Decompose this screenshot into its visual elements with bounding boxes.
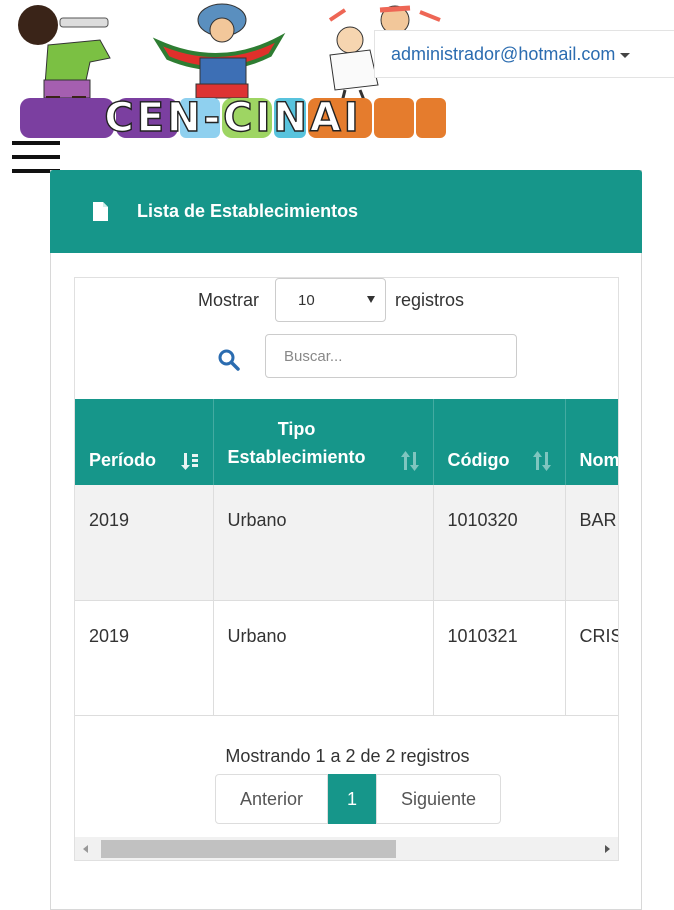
document-icon — [93, 202, 108, 221]
scroll-right-arrow-icon[interactable] — [605, 845, 610, 853]
column-label-nombre: Nom — [579, 450, 619, 470]
previous-page-button[interactable]: Anterior — [215, 774, 328, 824]
horizontal-scrollbar[interactable] — [75, 837, 618, 860]
column-header-codigo[interactable]: Código — [433, 399, 566, 485]
cell-tipo: Urbano — [213, 600, 434, 716]
cen-cinai-wordmark: CEN-CINAI — [20, 94, 446, 142]
column-label-tipo-line2: Establecimiento — [227, 447, 366, 467]
user-menu-dropdown[interactable]: administrador@hotmail.com — [374, 30, 674, 78]
cell-codigo: 1010320 — [433, 485, 566, 601]
length-prefix-label: Mostrar — [198, 290, 260, 310]
search-icon — [218, 349, 240, 371]
cell-codigo: 1010321 — [433, 600, 566, 716]
length-suffix-label: registros — [395, 290, 465, 310]
sort-both-icon — [532, 451, 551, 471]
child-drinking-illustration — [18, 5, 111, 106]
cell-nombre: CRIS REY — [565, 600, 618, 716]
panel-heading: Lista de Establecimientos — [50, 170, 642, 253]
cell-tipo: Urbano — [213, 485, 434, 601]
column-header-tipo-establecimiento[interactable]: Tipo Establecimiento — [213, 399, 434, 485]
table-row[interactable]: 2019 Urbano 1010321 CRIS REY — [75, 600, 618, 716]
datatable-container: Mostrar 10 registros Período — [74, 277, 619, 861]
length-control: Mostrar 10 registros — [75, 278, 618, 326]
establishments-table: Período Tipo Establecimiento Código Nom … — [75, 399, 619, 716]
records-per-page-value: 10 — [298, 291, 315, 309]
column-header-nombre[interactable]: Nom — [565, 399, 619, 485]
search-input[interactable] — [265, 334, 517, 378]
table-info-text: Mostrando 1 a 2 de 2 registros — [225, 746, 470, 766]
sort-both-icon — [400, 451, 419, 471]
child-watermelon-illustration — [152, 3, 286, 99]
column-label-periodo: Período — [89, 450, 157, 470]
table-scroll-area: Período Tipo Establecimiento Código Nom … — [75, 399, 619, 719]
table-row[interactable]: 2019 Urbano 1010320 BAR CUE — [75, 485, 618, 601]
column-label-tipo-line1: Tipo — [277, 419, 316, 439]
user-email-label: administrador@hotmail.com — [391, 43, 616, 64]
scroll-left-arrow-icon[interactable] — [83, 845, 88, 853]
next-page-button[interactable]: Siguiente — [376, 774, 501, 824]
scrollbar-thumb[interactable] — [101, 840, 396, 858]
page-1-button[interactable]: 1 — [328, 774, 376, 824]
logo-text: CEN-CINAI — [104, 95, 361, 141]
table-header-row: Período Tipo Establecimiento Código Nom — [75, 399, 619, 485]
establishments-panel: Lista de Establecimientos Mostrar 10 reg… — [50, 170, 642, 910]
column-label-codigo: Código — [447, 450, 510, 470]
panel-title: Lista de Establecimientos — [137, 201, 359, 221]
select-arrow-icon — [367, 296, 375, 303]
cell-periodo: 2019 — [75, 485, 214, 601]
records-per-page-select[interactable]: 10 — [275, 278, 386, 322]
pagination: Anterior 1 Siguiente — [215, 774, 501, 824]
caret-down-icon — [620, 52, 631, 58]
column-header-periodo[interactable]: Período — [75, 399, 214, 485]
cell-periodo: 2019 — [75, 600, 214, 716]
sort-ascending-icon — [180, 453, 198, 470]
cell-nombre: BAR CUE — [565, 485, 618, 601]
